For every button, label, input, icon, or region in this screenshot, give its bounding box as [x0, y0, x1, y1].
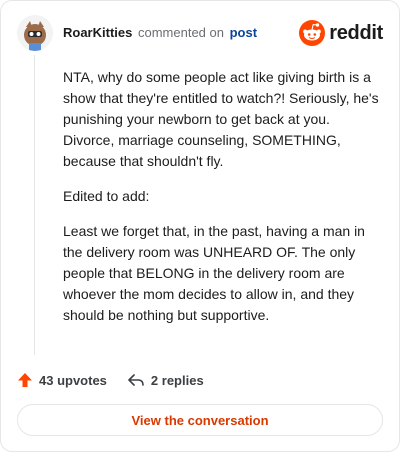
reddit-logo-icon — [299, 20, 326, 46]
replies-button[interactable]: 2 replies — [127, 372, 204, 388]
brand-wordmark: reddit — [329, 21, 383, 44]
upvote-button[interactable]: 43 upvotes — [17, 372, 107, 388]
thread-line — [34, 55, 35, 355]
avatar-image — [17, 15, 53, 51]
reddit-brand[interactable]: reddit — [299, 19, 383, 47]
comment-paragraph: Edited to add: — [63, 188, 150, 204]
reply-count: 2 replies — [150, 372, 204, 388]
comment-actions: 43 upvotes 2 replies — [17, 367, 224, 393]
comment-paragraph: Least we forget that, in the past, havin… — [63, 223, 365, 323]
upvote-arrow-icon — [18, 373, 32, 387]
comment-meta: RoarKitties commented on post — [63, 25, 257, 40]
comment-body: NTA, why do some people act like giving … — [63, 67, 381, 340]
upvote-count: 43 upvotes — [39, 372, 107, 388]
comment-card: RoarKitties commented on post reddit NTA… — [0, 0, 400, 452]
action-verb: commented on — [137, 25, 224, 40]
view-conversation-button[interactable]: View the conversation — [17, 404, 383, 436]
username[interactable]: RoarKitties — [63, 25, 132, 40]
avatar[interactable] — [17, 15, 53, 51]
comment-paragraph: NTA, why do some people act like giving … — [63, 69, 379, 169]
reply-arrow-icon — [128, 374, 144, 386]
comment-header: RoarKitties commented on post reddit — [17, 15, 383, 51]
post-link[interactable]: post — [230, 25, 257, 40]
